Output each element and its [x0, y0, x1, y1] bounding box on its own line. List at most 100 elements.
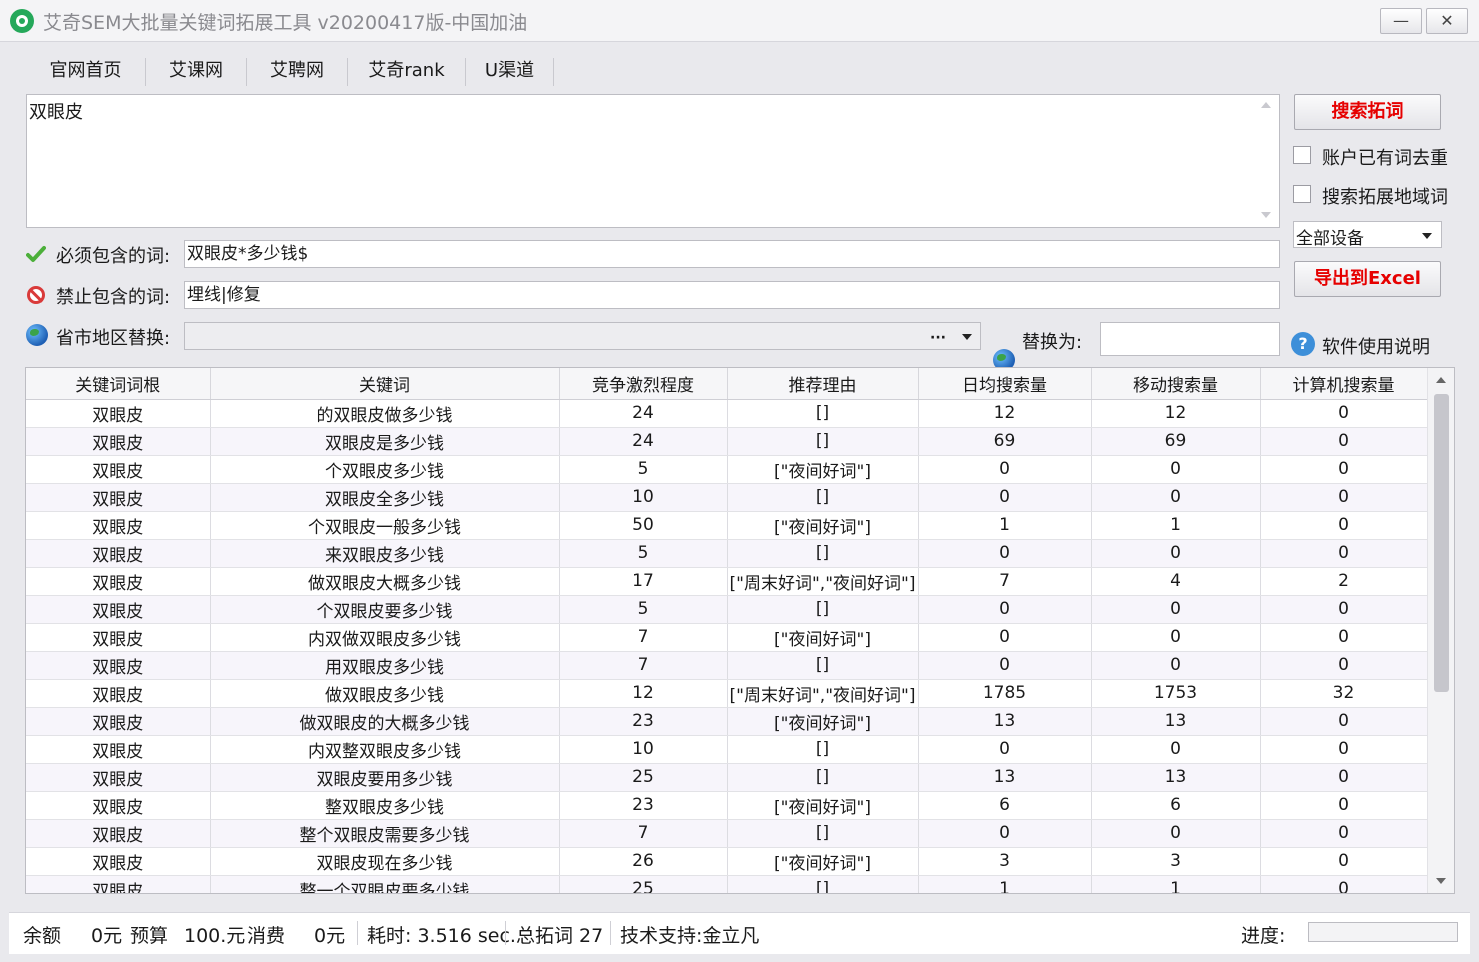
replace-with-input[interactable]: [1100, 322, 1280, 356]
help-link[interactable]: 软件使用说明: [1322, 333, 1430, 359]
minimize-button[interactable]: —: [1380, 8, 1422, 34]
table-cell: 1: [1091, 511, 1261, 540]
table-row[interactable]: 双眼皮 整双眼皮多少钱 23 ["夜间好词"] 6 6 0: [26, 791, 1428, 820]
table-row[interactable]: 双眼皮 做双眼皮的大概多少钱 23 ["夜间好词"] 13 13 0: [26, 707, 1428, 736]
scroll-down-icon: [1261, 212, 1271, 218]
balance-value: 0元: [91, 925, 123, 947]
table-row[interactable]: 双眼皮 双眼皮现在多少钱 26 ["夜间好词"] 3 3 0: [26, 847, 1428, 876]
region-words-checkbox[interactable]: [1293, 185, 1311, 203]
table-cell: 双眼皮全多少钱: [210, 483, 560, 512]
menu-aike[interactable]: 艾课网: [146, 58, 247, 86]
table-cell: 25: [559, 875, 728, 893]
table-cell: 做双眼皮的大概多少钱: [210, 707, 560, 736]
device-select-value: 全部设备: [1296, 229, 1364, 249]
help-icon[interactable]: ?: [1291, 332, 1315, 356]
table-cell: 0: [1091, 819, 1261, 848]
table-row[interactable]: 双眼皮 用双眼皮多少钱 7[] 0 0 0: [26, 651, 1428, 680]
must-include-input[interactable]: 双眼皮*多少钱$: [184, 240, 1280, 268]
table-row[interactable]: 双眼皮 个双眼皮多少钱 5 ["夜间好词"] 0 0 0: [26, 455, 1428, 484]
column-header[interactable]: 关键词: [210, 368, 560, 400]
table-cell: ["夜间好词"]: [727, 623, 919, 652]
menu-aipin[interactable]: 艾聘网: [247, 58, 348, 86]
balance-label: 余额: [23, 925, 62, 947]
ellipsis-icon[interactable]: ···: [930, 325, 946, 351]
column-header[interactable]: 推荐理由: [727, 368, 919, 400]
table-cell: 双眼皮: [26, 595, 211, 624]
budget-label: 预算: [130, 925, 169, 947]
search-expand-button[interactable]: 搜索拓词: [1294, 94, 1441, 130]
table-row[interactable]: 双眼皮 整个双眼皮需要多少钱 7[] 0 0 0: [26, 819, 1428, 848]
export-excel-button[interactable]: 导出到Excel: [1294, 261, 1441, 297]
table-row[interactable]: 双眼皮 整一个双眼皮要多少钱 25[] 1 1 0: [26, 875, 1428, 893]
table-row[interactable]: 双眼皮 来双眼皮多少钱 5[] 0 0 0: [26, 539, 1428, 568]
table-cell: ["周末好词","夜间好词"]: [727, 679, 919, 708]
progress-bar: [1308, 922, 1458, 942]
dedupe-checkbox[interactable]: [1293, 146, 1311, 164]
table-scrollbar[interactable]: [1427, 368, 1454, 893]
tech-support: 技术支持:金立凡: [620, 925, 760, 947]
column-header[interactable]: 竞争激烈程度: [559, 368, 728, 400]
menu-official-home[interactable]: 官网首页: [26, 58, 146, 86]
window-title: 艾奇SEM大批量关键词拓展工具 v20200417版-中国加油: [43, 12, 528, 34]
table-row[interactable]: 双眼皮 内双做双眼皮多少钱 7 ["夜间好词"] 0 0 0: [26, 623, 1428, 652]
app-logo-icon: [10, 9, 34, 33]
dedupe-label: 账户已有词去重: [1322, 148, 1448, 169]
table-cell: 2: [1260, 567, 1428, 596]
column-header[interactable]: 计算机搜索量: [1260, 368, 1428, 400]
table-cell: 双眼皮是多少钱: [210, 427, 560, 456]
table-row[interactable]: 双眼皮 个双眼皮一般多少钱 50 ["夜间好词"] 1 1 0: [26, 511, 1428, 540]
table-cell: 5: [559, 539, 728, 568]
table-cell: 双眼皮要用多少钱: [210, 763, 560, 792]
table-cell: []: [727, 483, 919, 512]
table-cell: 个双眼皮多少钱: [210, 455, 560, 484]
table-row[interactable]: 双眼皮 内双整双眼皮多少钱 10[] 0 0 0: [26, 735, 1428, 764]
menu-u-channel[interactable]: U渠道: [466, 58, 554, 86]
scroll-up-icon[interactable]: [1436, 377, 1446, 383]
results-table: 关键词词根 关键词 竞争激烈程度 推荐理由 日均搜索量 移动搜索量 计算机搜索量…: [25, 367, 1455, 894]
table-cell: 13: [1091, 707, 1261, 736]
table-cell: ["夜间好词"]: [727, 707, 919, 736]
column-header[interactable]: 日均搜索量: [918, 368, 1092, 400]
exclude-input[interactable]: 埋线|修复: [184, 281, 1280, 309]
table-cell: 0: [1260, 651, 1428, 680]
table-cell: 双眼皮: [26, 735, 211, 764]
table-row[interactable]: 双眼皮 双眼皮全多少钱 10[] 0 0 0: [26, 483, 1428, 512]
close-button[interactable]: ✕: [1426, 8, 1468, 34]
keywords-textarea[interactable]: 双眼皮: [26, 94, 1280, 228]
table-cell: 50: [559, 511, 728, 540]
table-cell: 1785: [918, 679, 1092, 708]
table-row[interactable]: 双眼皮 个双眼皮要多少钱 5[] 0 0 0: [26, 595, 1428, 624]
table-cell: 0: [1260, 735, 1428, 764]
table-row[interactable]: 双眼皮 做双眼皮多少钱 12 ["周末好词","夜间好词"] 1785 1753 32: [26, 679, 1428, 708]
divider: [505, 921, 506, 945]
table-cell: 双眼皮: [26, 483, 211, 512]
table-cell: 双眼皮: [26, 567, 211, 596]
table-cell: []: [727, 595, 919, 624]
region-replace-select[interactable]: ···: [184, 322, 981, 350]
column-header[interactable]: 关键词词根: [26, 368, 211, 400]
must-include-label: 必须包含的词:: [56, 246, 171, 267]
table-cell: 69: [918, 427, 1092, 456]
table-cell: 5: [559, 455, 728, 484]
scrollbar-thumb[interactable]: [1434, 394, 1449, 692]
table-cell: 7: [918, 567, 1092, 596]
column-header[interactable]: 移动搜索量: [1091, 368, 1261, 400]
table-row[interactable]: 双眼皮 做双眼皮大概多少钱 17 ["周末好词","夜间好词"] 7 4 2: [26, 567, 1428, 596]
table-cell: 0: [918, 623, 1092, 652]
table-row[interactable]: 双眼皮 双眼皮要用多少钱 25[] 13 13 0: [26, 763, 1428, 792]
forbidden-icon: [27, 286, 45, 304]
table-cell: 24: [559, 427, 728, 456]
table-cell: 12: [1091, 399, 1261, 428]
device-select[interactable]: 全部设备: [1293, 221, 1442, 249]
scroll-down-icon[interactable]: [1436, 878, 1446, 884]
table-row[interactable]: 双眼皮 双眼皮是多少钱 24[] 69 69 0: [26, 427, 1428, 456]
menu-aiqi-rank[interactable]: 艾奇rank: [348, 58, 466, 86]
table-cell: 内双整双眼皮多少钱: [210, 735, 560, 764]
table-cell: 个双眼皮要多少钱: [210, 595, 560, 624]
table-row[interactable]: 双眼皮 的双眼皮做多少钱 24[] 12 12 0: [26, 399, 1428, 428]
table-cell: 1753: [1091, 679, 1261, 708]
textarea-scrollbar[interactable]: [1255, 95, 1279, 227]
table-cell: 7: [559, 651, 728, 680]
table-cell: 双眼皮: [26, 847, 211, 876]
table-cell: 0: [1260, 511, 1428, 540]
